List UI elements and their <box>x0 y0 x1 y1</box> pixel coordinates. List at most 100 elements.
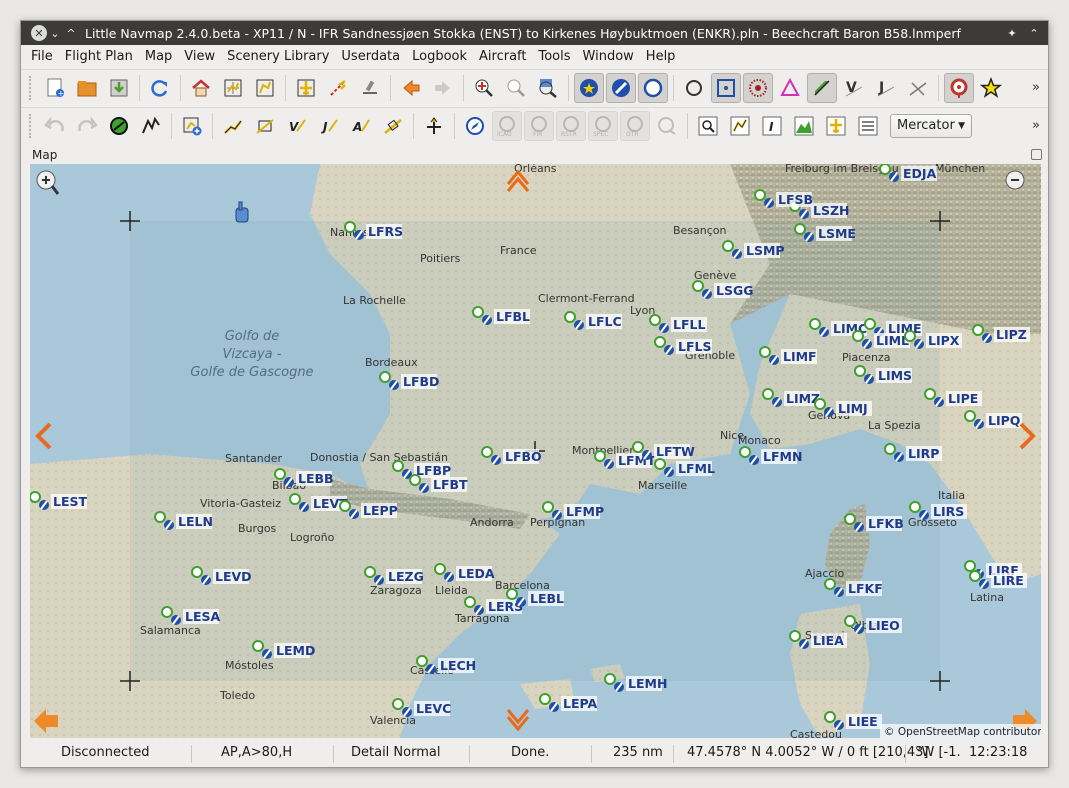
toolbar-separator <box>212 112 213 139</box>
menu-logbook[interactable]: Logbook <box>406 49 473 64</box>
show-compass-rose-button[interactable] <box>460 111 490 141</box>
airport-label: LFBT <box>433 477 468 492</box>
elevation-profile-button[interactable] <box>789 111 819 141</box>
save-flight-plan-button[interactable] <box>104 73 134 103</box>
airport-star-icon <box>580 78 598 97</box>
procedure-button-1[interactable] <box>218 111 248 141</box>
waypoint-triangle-icon <box>780 77 800 96</box>
place-label: La Spezia <box>868 419 921 432</box>
add-departure-button[interactable] <box>177 111 207 141</box>
menu-help[interactable]: Help <box>640 49 682 64</box>
info-icon: I <box>762 116 782 135</box>
airport-label: LIPE <box>948 391 978 406</box>
zoom-out-icon[interactable] <box>1005 170 1025 190</box>
menu-aircraft[interactable]: Aircraft <box>473 49 532 64</box>
window-menu-chevron-icon[interactable]: ⌄ <box>47 25 63 41</box>
place-label: Zaragoza <box>370 584 422 597</box>
show-waypoints-button[interactable] <box>775 73 805 103</box>
show-vor-button[interactable] <box>679 73 709 103</box>
maximize-chevron-icon[interactable]: ⌃ <box>1026 25 1042 41</box>
place-label: Ajaccio <box>805 567 844 580</box>
center-flight-plan-button[interactable] <box>218 73 248 103</box>
show-ndb-button[interactable] <box>711 72 741 103</box>
map-view[interactable]: Golfo de Vizcaya - Golfe de Gascogne Orl… <box>30 164 1041 738</box>
menu-scenery-library[interactable]: Scenery Library <box>221 49 335 64</box>
procedure-button-3[interactable]: V <box>282 111 312 141</box>
toolbar-overflow-button[interactable]: » <box>1032 80 1040 95</box>
show-fir-button[interactable]: FIR <box>524 110 554 141</box>
search-button[interactable] <box>693 111 723 141</box>
status-magvar: °W [-1. <box>915 745 961 760</box>
calculate-direct-button[interactable] <box>104 111 134 141</box>
airport-label: LIRS <box>933 504 964 519</box>
redo-button[interactable] <box>72 111 102 141</box>
procedure-button-4[interactable]: J <box>314 111 344 141</box>
show-user-features-button[interactable] <box>976 73 1006 103</box>
toolbar-separator <box>463 74 464 101</box>
menu-map[interactable]: Map <box>139 49 178 64</box>
aircraft-dock-button[interactable] <box>821 111 851 141</box>
procedure-button-5[interactable]: A <box>346 111 376 141</box>
show-victor-airways-button[interactable]: V <box>839 73 869 103</box>
aircraft-trail-button[interactable] <box>323 73 353 103</box>
show-icao-charts-button[interactable]: ICAO <box>492 110 522 141</box>
show-ils-button[interactable] <box>807 72 837 103</box>
show-ndb-beacons-button[interactable] <box>743 72 773 103</box>
new-document-icon: + <box>47 78 64 98</box>
show-jet-airways-button[interactable]: J <box>871 73 901 103</box>
show-restricted-button[interactable]: RSTR <box>556 110 586 141</box>
clear-trail-button[interactable] <box>355 73 385 103</box>
map-canvas[interactable]: Golfo de Vizcaya - Golfe de Gascogne Orl… <box>30 164 1041 738</box>
show-tracks-button[interactable] <box>903 73 933 103</box>
new-flight-plan-button[interactable]: + <box>40 73 70 103</box>
logbook-button[interactable] <box>853 111 883 141</box>
svg-text:FIR: FIR <box>533 131 542 137</box>
menu-view[interactable]: View <box>178 49 221 64</box>
window-up-chevron-icon[interactable]: ^ <box>63 25 79 41</box>
show-airspaces-button[interactable] <box>944 72 974 103</box>
history-back-button[interactable] <box>396 73 426 103</box>
zoom-in-map-button[interactable] <box>469 73 499 103</box>
star-icon <box>980 76 1002 98</box>
zoom-plan-button[interactable] <box>250 73 280 103</box>
toolbar-grip[interactable] <box>29 113 35 138</box>
zoom-selection-button[interactable] <box>533 73 563 103</box>
history-forward-button[interactable] <box>428 73 458 103</box>
show-other-airspace-button[interactable]: OTR <box>620 110 650 141</box>
svg-text:ICAO: ICAO <box>497 131 512 137</box>
calculate-route-icon <box>142 116 160 133</box>
status-clock: 12:23:18 <box>969 745 1028 760</box>
place-label: Italia <box>938 489 965 502</box>
center-aircraft-button[interactable] <box>291 73 321 103</box>
zoom-out-map-button[interactable] <box>501 73 531 103</box>
projection-select[interactable]: Mercator ▼ <box>890 113 972 138</box>
undo-button[interactable] <box>40 111 70 141</box>
procedure-button-2[interactable] <box>250 111 280 141</box>
reload-button[interactable] <box>145 73 175 103</box>
show-airports-button[interactable] <box>574 72 604 103</box>
toolbar-overflow-button-2[interactable]: » <box>1032 118 1040 133</box>
pin-icon[interactable]: ✦ <box>1004 25 1020 41</box>
show-special-button[interactable]: SPEC <box>588 110 618 141</box>
airport-label: LFKB <box>868 516 904 531</box>
menu-flight-plan[interactable]: Flight Plan <box>59 49 139 64</box>
procedure-button-6[interactable] <box>378 111 408 141</box>
toolbar-grip[interactable] <box>29 75 35 100</box>
open-flight-plan-button[interactable] <box>72 73 102 103</box>
undock-icon[interactable] <box>1031 149 1042 160</box>
adjust-altitude-button[interactable] <box>419 111 449 141</box>
airspace-source-button[interactable] <box>652 111 682 141</box>
airport-label: LFMP <box>566 504 604 519</box>
show-empty-airports-button[interactable] <box>638 72 668 103</box>
close-window-button[interactable]: ✕ <box>31 25 47 41</box>
menu-file[interactable]: File <box>25 49 59 64</box>
flight-plan-dock-button[interactable] <box>725 111 755 141</box>
menu-tools[interactable]: Tools <box>533 49 577 64</box>
menu-userdata[interactable]: Userdata <box>335 49 406 64</box>
calculate-radio-button[interactable] <box>136 111 166 141</box>
menu-window[interactable]: Window <box>577 49 640 64</box>
show-soft-airports-button[interactable] <box>606 72 636 103</box>
home-button[interactable] <box>186 73 216 103</box>
airport-label: LIRP <box>908 446 939 461</box>
information-button[interactable]: I <box>757 111 787 141</box>
